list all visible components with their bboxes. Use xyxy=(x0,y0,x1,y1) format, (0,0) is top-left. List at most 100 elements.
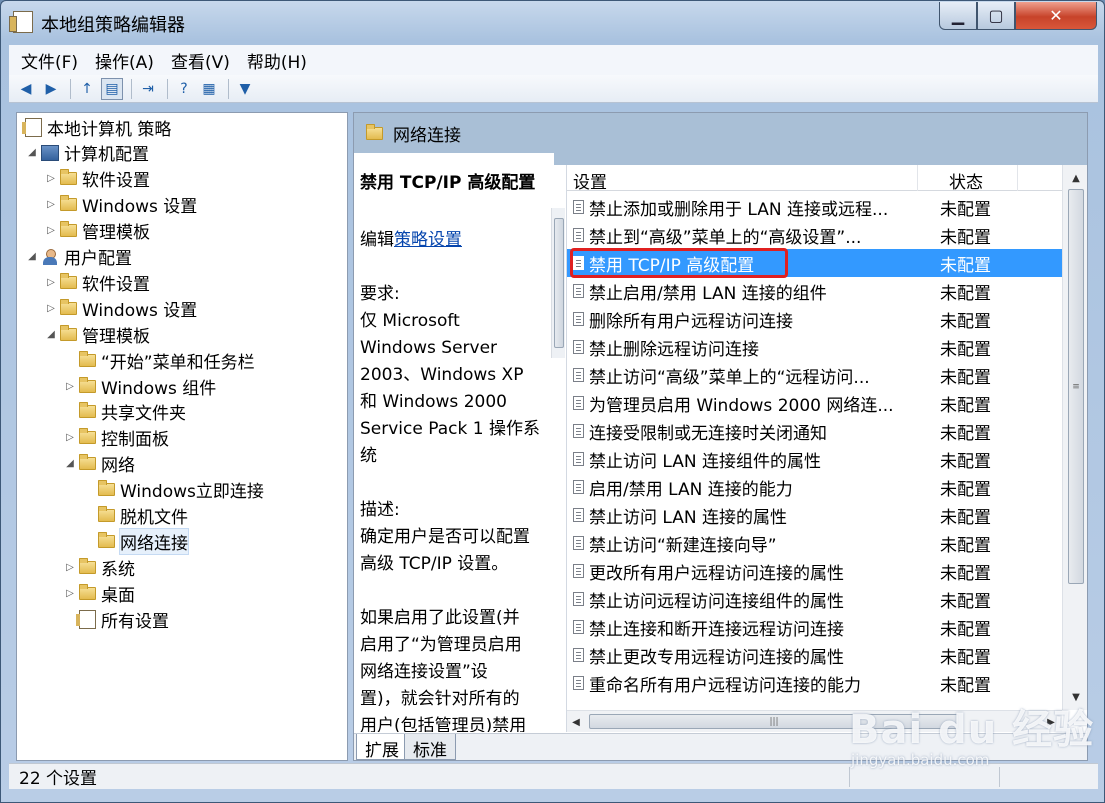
setting-state: 未配置 xyxy=(940,479,991,500)
tree-item-net-connections[interactable]: 网络连接 xyxy=(82,527,189,555)
properties-icon[interactable]: ▦ xyxy=(198,78,220,100)
setting-name: 重命名所有用户远程访问连接的能力 xyxy=(589,675,861,696)
description-scrollbar[interactable] xyxy=(551,208,565,358)
tree-item-label: 所有设置 xyxy=(101,611,169,632)
tree-item-computer-config[interactable]: ◢ 计算机配置 xyxy=(25,140,149,166)
back-arrow-icon[interactable]: ◀ xyxy=(15,78,37,100)
expanded-arrow-icon[interactable]: ◢ xyxy=(63,458,77,469)
tree-item-uc-admin[interactable]: ◢ 管理模板 xyxy=(44,321,150,347)
tree-item-cc-software[interactable]: ▷ 软件设置 xyxy=(44,166,150,192)
tree-item-desktop[interactable]: ▷ 桌面 xyxy=(63,580,135,606)
expanded-arrow-icon[interactable]: ◢ xyxy=(25,147,39,158)
minimize-button[interactable]: ▁ xyxy=(939,2,977,30)
description-line: 启用了“为管理员启用 xyxy=(360,635,522,655)
setting-name: 删除所有用户远程访问连接 xyxy=(589,311,793,332)
scroll-right-arrow-icon[interactable]: ▶ xyxy=(1042,711,1060,733)
tree-item-win-components[interactable]: ▷ Windows 组件 xyxy=(63,373,216,399)
column-divider[interactable] xyxy=(1017,165,1018,191)
tree-item-network[interactable]: ◢ 网络 xyxy=(63,451,135,477)
collapsed-arrow-icon[interactable]: ▷ xyxy=(44,173,58,184)
table-row[interactable]: 更改所有用户远程访问连接的属性 未配置 xyxy=(567,557,1062,585)
collapsed-arrow-icon[interactable]: ▷ xyxy=(63,432,77,443)
tree-item-system[interactable]: ▷ 系统 xyxy=(63,554,135,580)
tab-standard[interactable]: 标准 xyxy=(404,734,456,760)
forward-arrow-icon[interactable]: ▶ xyxy=(40,78,62,100)
table-row[interactable]: 连接受限制或无连接时关闭通知 未配置 xyxy=(567,417,1062,445)
policy-settings-link[interactable]: 策略设置 xyxy=(394,230,462,250)
table-row[interactable]: 禁止访问“高级”菜单上的“远程访问... 未配置 xyxy=(567,361,1062,389)
collapsed-arrow-icon[interactable]: ▷ xyxy=(44,303,58,314)
tree-item-all-settings[interactable]: 所有设置 xyxy=(63,606,169,632)
vertical-scroll-thumb[interactable]: ≡ xyxy=(1068,189,1084,584)
tree-item-root[interactable]: 本地计算机 策略 xyxy=(22,114,171,140)
title-bar[interactable]: 本地组策略编辑器 ▁ ▢ ✕ xyxy=(1,1,1104,45)
policy-setting-icon xyxy=(573,340,584,354)
horizontal-scrollbar[interactable]: ◀ ||| ▶ xyxy=(567,710,1062,732)
scroll-left-arrow-icon[interactable]: ◀ xyxy=(567,711,585,733)
folder-icon xyxy=(366,123,383,140)
horizontal-scroll-thumb[interactable]: ||| xyxy=(589,714,959,729)
table-row[interactable]: 禁止访问“新建连接向导” 未配置 xyxy=(567,529,1062,557)
table-row[interactable]: 禁止访问 LAN 连接的属性 未配置 xyxy=(567,501,1062,529)
tree-item-uc-software[interactable]: ▷ 软件设置 xyxy=(44,269,150,295)
scroll-up-arrow-icon[interactable]: ▲ xyxy=(1063,167,1087,189)
vertical-scrollbar[interactable]: ▲ ≡ ▼ xyxy=(1062,165,1087,710)
expanded-arrow-icon[interactable]: ◢ xyxy=(44,329,58,340)
column-header-setting[interactable]: 设置 xyxy=(573,168,607,193)
table-row[interactable]: 禁止访问远程访问连接组件的属性 未配置 xyxy=(567,585,1062,613)
tree-item-label: 计算机配置 xyxy=(64,145,149,166)
table-row[interactable]: 禁止连接和断开连接远程访问连接 未配置 xyxy=(567,613,1062,641)
setting-state: 未配置 xyxy=(940,423,991,444)
description-line: 置)，就会针对所有的 xyxy=(360,689,520,709)
table-row[interactable]: 禁止删除远程访问连接 未配置 xyxy=(567,333,1062,361)
tree-item-cc-windows[interactable]: ▷ Windows 设置 xyxy=(44,192,197,218)
menu-help[interactable]: 帮助(H) xyxy=(247,48,307,73)
description-line xyxy=(360,578,552,605)
table-row[interactable]: 启用/禁用 LAN 连接的能力 未配置 xyxy=(567,473,1062,501)
table-row[interactable]: 禁止更改专用远程访问连接的属性 未配置 xyxy=(567,641,1062,669)
expanded-arrow-icon[interactable]: ◢ xyxy=(25,251,39,262)
panel-header: 网络连接 xyxy=(354,113,1087,153)
menu-view[interactable]: 查看(V) xyxy=(171,48,230,73)
table-row[interactable]: 删除所有用户远程访问连接 未配置 xyxy=(567,305,1062,333)
table-row[interactable]: 禁止启用/禁用 LAN 连接的组件 未配置 xyxy=(567,277,1062,305)
tree-item-offline-files[interactable]: 脱机文件 xyxy=(82,503,188,529)
show-hide-tree-icon[interactable]: ▤ xyxy=(101,77,123,100)
scroll-down-arrow-icon[interactable]: ▼ xyxy=(1063,686,1087,708)
menu-file[interactable]: 文件(F) xyxy=(21,48,78,73)
navigation-tree[interactable]: 本地计算机 策略 ◢ 计算机配置 ▷ 软件设置 ▷ Windows 设置 ▷ 管理模板 ◢ 用户配置… xyxy=(16,112,348,761)
collapsed-arrow-icon[interactable]: ▷ xyxy=(63,381,77,392)
tree-item-win-connect-now[interactable]: Windows立即连接 xyxy=(82,477,264,503)
table-row[interactable]: 禁止到“高级”菜单上的“高级设置”... 未配置 xyxy=(567,221,1062,249)
collapsed-arrow-icon[interactable]: ▷ xyxy=(44,199,58,210)
tree-item-user-config[interactable]: ◢ 用户配置 xyxy=(25,244,132,270)
tree-item-uc-windows[interactable]: ▷ Windows 设置 xyxy=(44,295,197,321)
maximize-button[interactable]: ▢ xyxy=(977,2,1015,30)
tab-expand[interactable]: 扩展 xyxy=(356,734,408,760)
filter-icon[interactable]: ▼ xyxy=(234,78,256,100)
table-row[interactable]: 禁止添加或删除用于 LAN 连接或远程... 未配置 xyxy=(567,193,1062,221)
table-row[interactable]: 为管理员启用 Windows 2000 网络连... 未配置 xyxy=(567,389,1062,417)
up-folder-icon[interactable]: ↑ xyxy=(76,78,98,100)
description-scroll-thumb[interactable] xyxy=(554,218,564,348)
table-row[interactable]: 禁止访问 LAN 连接组件的属性 未配置 xyxy=(567,445,1062,473)
tree-item-cc-admin[interactable]: ▷ 管理模板 xyxy=(44,218,150,244)
setting-name: 禁止访问远程访问连接组件的属性 xyxy=(589,591,844,612)
collapsed-arrow-icon[interactable]: ▷ xyxy=(63,562,77,573)
tree-item-control-panel[interactable]: ▷ 控制面板 xyxy=(63,425,169,451)
tree-item-shared-folders[interactable]: 共享文件夹 xyxy=(63,399,186,425)
tree-item-start-menu[interactable]: “开始”菜单和任务栏 xyxy=(63,347,255,373)
help-icon[interactable]: ? xyxy=(173,78,195,100)
table-row[interactable]: 禁用 TCP/IP 高级配置 未配置 xyxy=(567,249,1062,277)
collapsed-arrow-icon[interactable]: ▷ xyxy=(44,277,58,288)
folder-icon xyxy=(79,428,96,445)
column-divider[interactable] xyxy=(917,165,918,191)
column-header-state[interactable]: 状态 xyxy=(949,168,983,193)
collapsed-arrow-icon[interactable]: ▷ xyxy=(44,225,58,236)
table-row[interactable]: 重命名所有用户远程访问连接的能力 未配置 xyxy=(567,669,1062,697)
close-button[interactable]: ✕ xyxy=(1015,2,1097,30)
export-list-icon[interactable]: ⇥ xyxy=(137,78,159,100)
menu-action[interactable]: 操作(A) xyxy=(95,48,154,73)
collapsed-arrow-icon[interactable]: ▷ xyxy=(63,588,77,599)
setting-state: 未配置 xyxy=(940,227,991,248)
